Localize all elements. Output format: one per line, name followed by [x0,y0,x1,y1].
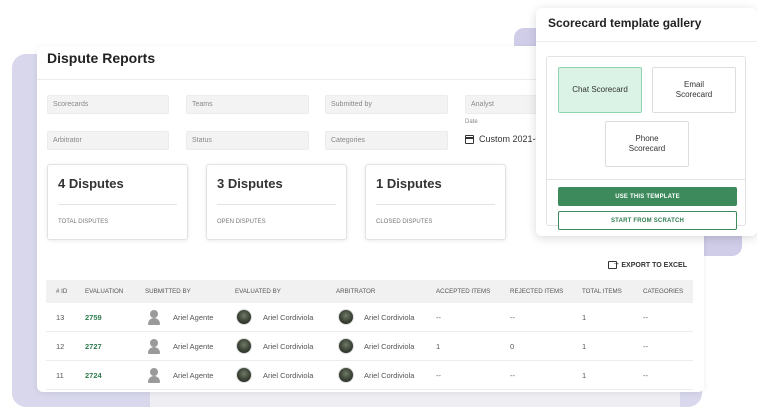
stat-value: 1 Disputes [376,176,442,191]
filter-teams[interactable]: Teams [186,95,309,114]
user-photo-avatar [338,338,354,354]
user-placeholder-avatar [146,309,162,325]
cell-rejected-items: 0 [510,342,515,351]
cell-categories: -- [643,313,648,322]
filter-submitted-by[interactable]: Submitted by [325,95,448,114]
template-chat-scorecard[interactable]: Chat Scorecard [558,67,642,113]
filter-status[interactable]: Status [186,131,309,150]
column-header-categories[interactable]: CATEGORIES [643,288,683,295]
gallery-divider [536,41,757,42]
stat-card-open: 3 Disputes OPEN DISPUTES [206,164,347,240]
date-value: Custom 2021-0 [479,134,541,144]
filter-scorecards[interactable]: Scorecards [47,95,169,114]
scorecard-template-gallery: Scorecard template gallery Chat Scorecar… [536,8,757,236]
cell-rejected-items: -- [510,371,515,380]
column-header-id[interactable]: # ID [56,288,67,295]
date-picker[interactable]: Custom 2021-0 [465,134,541,144]
gallery-actions-divider [547,179,745,180]
calendar-icon [465,134,474,144]
column-header-submitted-by[interactable]: SUBMITTED BY [145,288,191,295]
column-header-accepted-items[interactable]: ACCEPTED ITEMS [436,288,490,295]
cell-arbitrator: Ariel Cordiviola [364,371,415,380]
column-header-evaluation[interactable]: EVALUATION [85,288,123,295]
table-row[interactable]: 11 2724 Ariel Agente Ariel Cordiviola Ar… [46,361,693,390]
stat-divider [217,204,336,205]
evaluation-link[interactable]: 2759 [85,313,102,322]
cell-total-items: 1 [582,313,587,322]
cell-accepted-items: 1 [436,342,441,351]
backdrop-strip [150,392,680,407]
use-this-template-button[interactable]: USE THIS TEMPLATE [558,187,737,206]
evaluation-link[interactable]: 2724 [85,371,102,380]
table-header: # ID EVALUATION SUBMITTED BY EVALUATED B… [46,280,693,303]
template-options-panel: Chat Scorecard Email Scorecard Phone Sco… [546,56,746,230]
stat-card-closed: 1 Disputes CLOSED DISPUTES [365,164,506,240]
export-icon [608,258,620,269]
evaluation-link[interactable]: 2727 [85,342,102,351]
cell-submitted-by: Ariel Agente [173,342,214,351]
column-header-total-items[interactable]: TOTAL ITEMS [582,288,622,295]
cell-submitted-by: Ariel Agente [173,313,214,322]
user-photo-avatar [338,367,354,383]
cell-categories: -- [643,371,648,380]
stat-divider [376,204,495,205]
filter-categories[interactable]: Categories [325,131,448,150]
gallery-title: Scorecard template gallery [548,16,702,30]
column-header-rejected-items[interactable]: REJECTED ITEMS [510,288,563,295]
filter-arbitrator[interactable]: Arbitrator [47,131,169,150]
cell-total-items: 1 [582,342,587,351]
user-photo-avatar [236,338,252,354]
cell-arbitrator: Ariel Cordiviola [364,342,415,351]
cell-total-items: 1 [582,371,587,380]
column-header-evaluated-by[interactable]: EVALUATED BY [235,288,281,295]
cell-id: 12 [56,342,65,351]
table-row[interactable]: 13 2759 Ariel Agente Ariel Cordiviola Ar… [46,303,693,332]
cell-evaluated-by: Ariel Cordiviola [263,313,314,322]
date-label: Date [465,119,478,125]
cell-id: 11 [56,371,64,380]
cell-categories: -- [643,342,648,351]
cell-accepted-items: -- [436,313,441,322]
stat-divider [58,204,177,205]
export-label: EXPORT TO EXCEL [621,261,687,269]
template-phone-scorecard[interactable]: Phone Scorecard [605,121,689,167]
stat-label: OPEN DISPUTES [217,219,266,225]
stat-label: CLOSED DISPUTES [376,219,433,225]
cell-rejected-items: -- [510,313,515,322]
cell-accepted-items: -- [436,371,441,380]
stat-label: TOTAL DISPUTES [58,219,109,225]
user-photo-avatar [236,309,252,325]
column-header-arbitrator[interactable]: ARBITRATOR [336,288,375,295]
user-placeholder-avatar [146,367,162,383]
cell-submitted-by: Ariel Agente [173,371,214,380]
export-to-excel-button[interactable]: EXPORT TO EXCEL [608,258,687,269]
stat-value: 4 Disputes [58,176,124,191]
user-photo-avatar [338,309,354,325]
cell-evaluated-by: Ariel Cordiviola [263,371,314,380]
user-photo-avatar [236,367,252,383]
stat-value: 3 Disputes [217,176,283,191]
cell-evaluated-by: Ariel Cordiviola [263,342,314,351]
cell-arbitrator: Ariel Cordiviola [364,313,415,322]
stat-card-total: 4 Disputes TOTAL DISPUTES [47,164,188,240]
user-placeholder-avatar [146,338,162,354]
start-from-scratch-button[interactable]: START FROM SCRATCH [558,211,737,230]
table-row[interactable]: 12 2727 Ariel Agente Ariel Cordiviola Ar… [46,332,693,361]
cell-id: 13 [56,313,65,322]
page-title: Dispute Reports [47,50,156,66]
template-email-scorecard[interactable]: Email Scorecard [652,67,736,113]
